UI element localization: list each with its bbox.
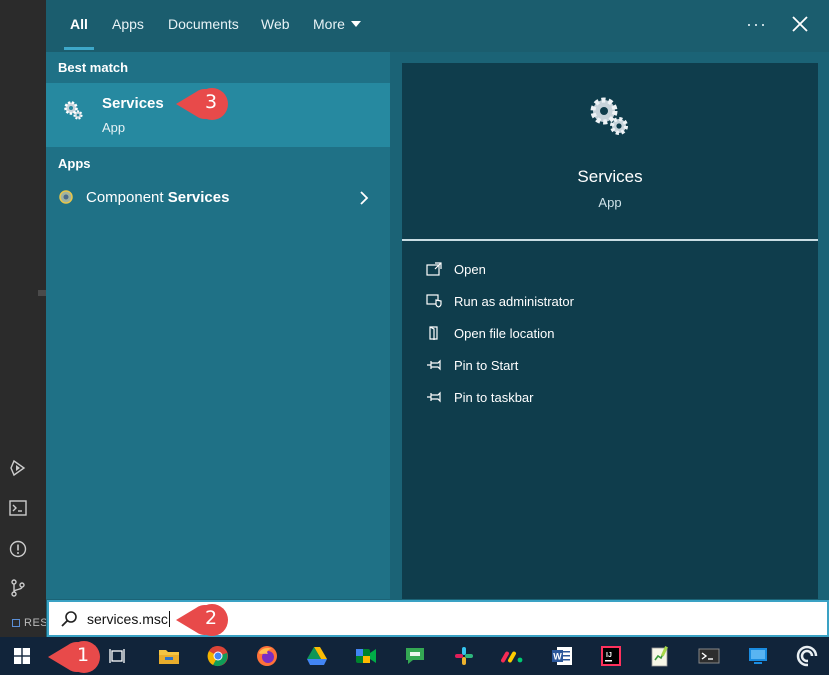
callout-number: 1 (76, 644, 90, 666)
action-label: Pin to Start (454, 358, 519, 373)
tab-label: All (70, 16, 88, 32)
app-label: Component Services (86, 189, 229, 206)
svg-text:IJ: IJ (606, 652, 612, 659)
file-location-icon (426, 326, 442, 340)
chevron-right-icon[interactable] (358, 190, 370, 206)
file-explorer-icon[interactable] (155, 642, 183, 670)
detail-pane: Services App Open Run as administrator O… (402, 63, 818, 599)
run-icon[interactable] (8, 458, 28, 478)
cortana-icon[interactable] (793, 642, 821, 670)
slack-icon[interactable] (450, 642, 478, 670)
tab-more[interactable]: More (313, 0, 361, 50)
callout-number: 2 (204, 607, 218, 629)
google-meet-icon[interactable] (352, 642, 380, 670)
status-square-icon (12, 619, 20, 627)
ide-sidebar: RES (0, 0, 49, 637)
list-item-component-services[interactable]: Component Services (46, 180, 390, 216)
tab-label: Apps (112, 16, 144, 32)
action-pin-to-taskbar[interactable]: Pin to taskbar (426, 386, 786, 410)
chevron-down-icon (350, 21, 361, 27)
tab-label: More (313, 16, 345, 32)
word-icon[interactable]: W (548, 642, 576, 670)
component-services-icon (58, 189, 74, 205)
callout-3: 3 (164, 87, 236, 121)
shield-icon (426, 294, 442, 308)
chrome-icon[interactable] (204, 642, 232, 670)
git-branch-icon[interactable] (8, 578, 28, 598)
terminal-icon[interactable] (8, 498, 28, 518)
tab-apps[interactable]: Apps (112, 0, 144, 50)
ellipsis-icon[interactable]: ··· (746, 14, 767, 35)
terminal-icon[interactable] (695, 642, 723, 670)
action-label: Open file location (454, 326, 555, 341)
remote-desktop-icon[interactable] (744, 642, 772, 670)
intellij-icon[interactable]: IJ (597, 642, 625, 670)
tab-all[interactable]: All (64, 0, 94, 50)
callout-number: 3 (204, 91, 218, 113)
tab-label: Documents (168, 16, 239, 32)
taskbar: W IJ (0, 637, 829, 675)
notepad-plus-icon[interactable] (646, 642, 674, 670)
problems-icon[interactable] (8, 539, 28, 559)
apps-heading: Apps (58, 156, 91, 171)
gears-icon (62, 99, 84, 121)
close-icon[interactable] (788, 12, 812, 36)
results-list: Best match Services App Apps Component S… (46, 52, 390, 599)
firefox-icon[interactable] (253, 642, 281, 670)
pin-icon (426, 358, 442, 372)
search-icon (59, 610, 79, 630)
callout-1: 1 (36, 640, 108, 674)
ide-status-bar: RES (0, 612, 49, 634)
active-tab-indicator (64, 47, 94, 50)
action-label: Open (454, 262, 486, 277)
action-run-as-admin[interactable]: Run as administrator (426, 290, 786, 314)
divider (402, 239, 818, 241)
app-label-prefix: Component (86, 189, 168, 206)
callout-2: 2 (164, 603, 236, 637)
tab-documents[interactable]: Documents (168, 0, 239, 50)
search-text: services.msc (87, 611, 168, 627)
detail-type: App (598, 195, 622, 210)
monday-icon[interactable] (499, 642, 527, 670)
gears-icon (586, 93, 632, 139)
sidebar-resize-handle[interactable] (38, 290, 46, 296)
svg-text:W: W (553, 652, 562, 662)
pin-icon (426, 390, 442, 404)
google-chat-icon[interactable] (401, 642, 429, 670)
tab-label: Web (261, 16, 290, 32)
search-value: services.msc (87, 611, 170, 627)
action-label: Pin to taskbar (454, 390, 534, 405)
open-icon (426, 262, 442, 276)
tab-web[interactable]: Web (261, 0, 290, 50)
detail-title: Services (577, 167, 643, 186)
google-drive-icon[interactable] (303, 642, 331, 670)
action-label: Run as administrator (454, 294, 574, 309)
best-match-subtitle: App (102, 120, 126, 135)
task-view-icon[interactable] (104, 642, 132, 670)
action-pin-to-start[interactable]: Pin to Start (426, 354, 786, 378)
action-open[interactable]: Open (426, 258, 786, 282)
app-label-highlight: Services (167, 189, 230, 206)
windows-start-icon[interactable] (8, 642, 36, 670)
action-open-file-location[interactable]: Open file location (426, 322, 786, 346)
best-match-title: Services (102, 95, 164, 112)
best-match-heading: Best match (58, 60, 129, 75)
status-text: RES (24, 617, 49, 629)
search-tabs: All Apps Documents Web More ··· (46, 0, 829, 52)
